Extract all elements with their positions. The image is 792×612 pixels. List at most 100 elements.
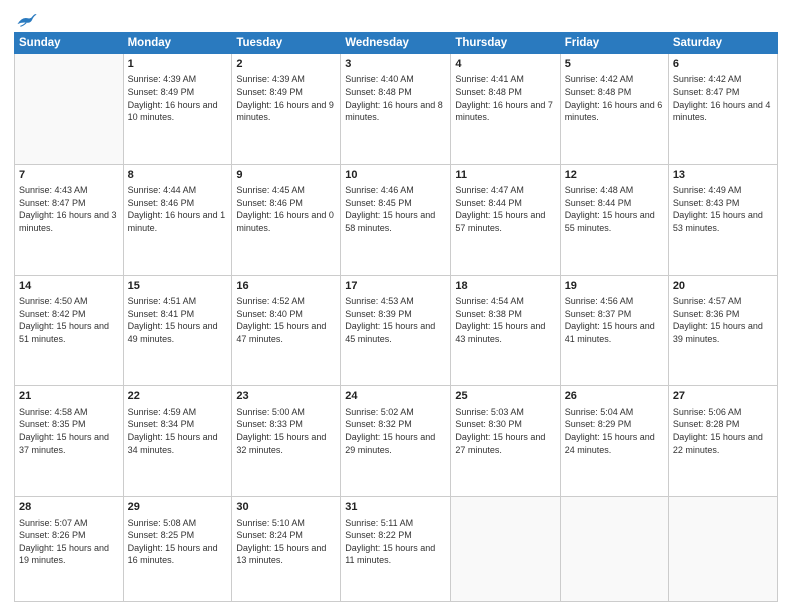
- daylight-text: Daylight: 15 hours and 32 minutes.: [236, 431, 336, 456]
- sunset-text: Sunset: 8:49 PM: [128, 86, 228, 99]
- sunset-text: Sunset: 8:41 PM: [128, 308, 228, 321]
- daylight-text: Daylight: 16 hours and 9 minutes.: [236, 99, 336, 124]
- sunrise-text: Sunrise: 4:59 AM: [128, 406, 228, 419]
- sunset-text: Sunset: 8:35 PM: [19, 418, 119, 431]
- calendar-cell: 20Sunrise: 4:57 AMSunset: 8:36 PMDayligh…: [668, 275, 777, 386]
- calendar-header-saturday: Saturday: [668, 33, 777, 54]
- daylight-text: Daylight: 15 hours and 51 minutes.: [19, 320, 119, 345]
- sunset-text: Sunset: 8:36 PM: [673, 308, 773, 321]
- calendar-week-row: 21Sunrise: 4:58 AMSunset: 8:35 PMDayligh…: [15, 386, 778, 497]
- header: [14, 10, 778, 28]
- day-number: 7: [19, 168, 119, 183]
- sunrise-text: Sunrise: 5:07 AM: [19, 517, 119, 530]
- sunset-text: Sunset: 8:26 PM: [19, 529, 119, 542]
- sunset-text: Sunset: 8:48 PM: [345, 86, 446, 99]
- daylight-text: Daylight: 15 hours and 41 minutes.: [565, 320, 664, 345]
- sunrise-text: Sunrise: 4:39 AM: [236, 73, 336, 86]
- daylight-text: Daylight: 15 hours and 43 minutes.: [455, 320, 555, 345]
- sunset-text: Sunset: 8:37 PM: [565, 308, 664, 321]
- day-number: 11: [455, 168, 555, 183]
- day-number: 31: [345, 500, 446, 515]
- calendar-header-sunday: Sunday: [15, 33, 124, 54]
- calendar-cell: 27Sunrise: 5:06 AMSunset: 8:28 PMDayligh…: [668, 386, 777, 497]
- daylight-text: Daylight: 16 hours and 0 minutes.: [236, 209, 336, 234]
- sunrise-text: Sunrise: 5:11 AM: [345, 517, 446, 530]
- daylight-text: Daylight: 15 hours and 19 minutes.: [19, 542, 119, 567]
- calendar-header-wednesday: Wednesday: [341, 33, 451, 54]
- sunrise-text: Sunrise: 4:52 AM: [236, 295, 336, 308]
- sunrise-text: Sunrise: 4:45 AM: [236, 184, 336, 197]
- daylight-text: Daylight: 15 hours and 27 minutes.: [455, 431, 555, 456]
- sunset-text: Sunset: 8:43 PM: [673, 197, 773, 210]
- day-number: 18: [455, 279, 555, 294]
- calendar-cell: 12Sunrise: 4:48 AMSunset: 8:44 PMDayligh…: [560, 164, 668, 275]
- calendar-header-row: SundayMondayTuesdayWednesdayThursdayFrid…: [15, 33, 778, 54]
- sunset-text: Sunset: 8:32 PM: [345, 418, 446, 431]
- daylight-text: Daylight: 15 hours and 34 minutes.: [128, 431, 228, 456]
- calendar-cell: 29Sunrise: 5:08 AMSunset: 8:25 PMDayligh…: [123, 497, 232, 602]
- calendar-cell: 4Sunrise: 4:41 AMSunset: 8:48 PMDaylight…: [451, 54, 560, 165]
- sunset-text: Sunset: 8:30 PM: [455, 418, 555, 431]
- logo-text: [14, 10, 38, 28]
- daylight-text: Daylight: 15 hours and 29 minutes.: [345, 431, 446, 456]
- sunrise-text: Sunrise: 4:42 AM: [565, 73, 664, 86]
- daylight-text: Daylight: 15 hours and 53 minutes.: [673, 209, 773, 234]
- day-number: 19: [565, 279, 664, 294]
- calendar-cell: 25 Sunrise: 5:03 AMSunset: 8:30 PMDayligh…: [451, 386, 560, 497]
- sunset-text: Sunset: 8:46 PM: [128, 197, 228, 210]
- day-number: 8: [128, 168, 228, 183]
- calendar-week-row: 28Sunrise: 5:07 AMSunset: 8:26 PMDayligh…: [15, 497, 778, 602]
- sunrise-text: Sunrise: 5:04 AM: [565, 406, 664, 419]
- day-number: 14: [19, 279, 119, 294]
- calendar-cell: [560, 497, 668, 602]
- calendar-week-row: 7Sunrise: 4:43 AMSunset: 8:47 PMDaylight…: [15, 164, 778, 275]
- sunrise-text: Sunrise: 5:03 AM: [455, 406, 555, 419]
- day-number: 26: [565, 389, 664, 404]
- daylight-text: Daylight: 16 hours and 1 minute.: [128, 209, 228, 234]
- day-number: 6: [673, 57, 773, 72]
- calendar-header-monday: Monday: [123, 33, 232, 54]
- calendar-cell: 21Sunrise: 4:58 AMSunset: 8:35 PMDayligh…: [15, 386, 124, 497]
- sunset-text: Sunset: 8:44 PM: [455, 197, 555, 210]
- calendar-cell: 14Sunrise: 4:50 AMSunset: 8:42 PMDayligh…: [15, 275, 124, 386]
- daylight-text: Daylight: 15 hours and 13 minutes.: [236, 542, 336, 567]
- sunrise-text: Sunrise: 4:40 AM: [345, 73, 446, 86]
- sunrise-text: Sunrise: 4:51 AM: [128, 295, 228, 308]
- sunrise-text: Sunrise: 4:50 AM: [19, 295, 119, 308]
- sunset-text: Sunset: 8:22 PM: [345, 529, 446, 542]
- calendar-cell: [15, 54, 124, 165]
- daylight-text: Daylight: 16 hours and 4 minutes.: [673, 99, 773, 124]
- sunset-text: Sunset: 8:39 PM: [345, 308, 446, 321]
- daylight-text: Daylight: 15 hours and 55 minutes.: [565, 209, 664, 234]
- sunset-text: Sunset: 8:47 PM: [673, 86, 773, 99]
- calendar-cell: [668, 497, 777, 602]
- day-number: 23: [236, 389, 336, 404]
- sunrise-text: Sunrise: 5:08 AM: [128, 517, 228, 530]
- sunrise-text: Sunrise: 4:53 AM: [345, 295, 446, 308]
- day-number: 17: [345, 279, 446, 294]
- logo: [14, 10, 38, 28]
- calendar-cell: 9Sunrise: 4:45 AMSunset: 8:46 PMDaylight…: [232, 164, 341, 275]
- day-number: 15: [128, 279, 228, 294]
- day-number: 29: [128, 500, 228, 515]
- day-number: 25: [455, 389, 555, 404]
- day-number: 3: [345, 57, 446, 72]
- calendar-cell: 6Sunrise: 4:42 AMSunset: 8:47 PMDaylight…: [668, 54, 777, 165]
- calendar-cell: 1Sunrise: 4:39 AMSunset: 8:49 PMDaylight…: [123, 54, 232, 165]
- calendar-week-row: 1Sunrise: 4:39 AMSunset: 8:49 PMDaylight…: [15, 54, 778, 165]
- sunset-text: Sunset: 8:49 PM: [236, 86, 336, 99]
- calendar-cell: 13Sunrise: 4:49 AMSunset: 8:43 PMDayligh…: [668, 164, 777, 275]
- day-number: 21: [19, 389, 119, 404]
- sunset-text: Sunset: 8:44 PM: [565, 197, 664, 210]
- day-number: 5: [565, 57, 664, 72]
- sunrise-text: Sunrise: 4:49 AM: [673, 184, 773, 197]
- calendar-cell: 16Sunrise: 4:52 AMSunset: 8:40 PMDayligh…: [232, 275, 341, 386]
- calendar-table: SundayMondayTuesdayWednesdayThursdayFrid…: [14, 32, 778, 602]
- calendar-cell: 26Sunrise: 5:04 AMSunset: 8:29 PMDayligh…: [560, 386, 668, 497]
- calendar-cell: 30Sunrise: 5:10 AMSunset: 8:24 PMDayligh…: [232, 497, 341, 602]
- sunset-text: Sunset: 8:45 PM: [345, 197, 446, 210]
- sunset-text: Sunset: 8:47 PM: [19, 197, 119, 210]
- day-number: 27: [673, 389, 773, 404]
- sunset-text: Sunset: 8:42 PM: [19, 308, 119, 321]
- day-number: 13: [673, 168, 773, 183]
